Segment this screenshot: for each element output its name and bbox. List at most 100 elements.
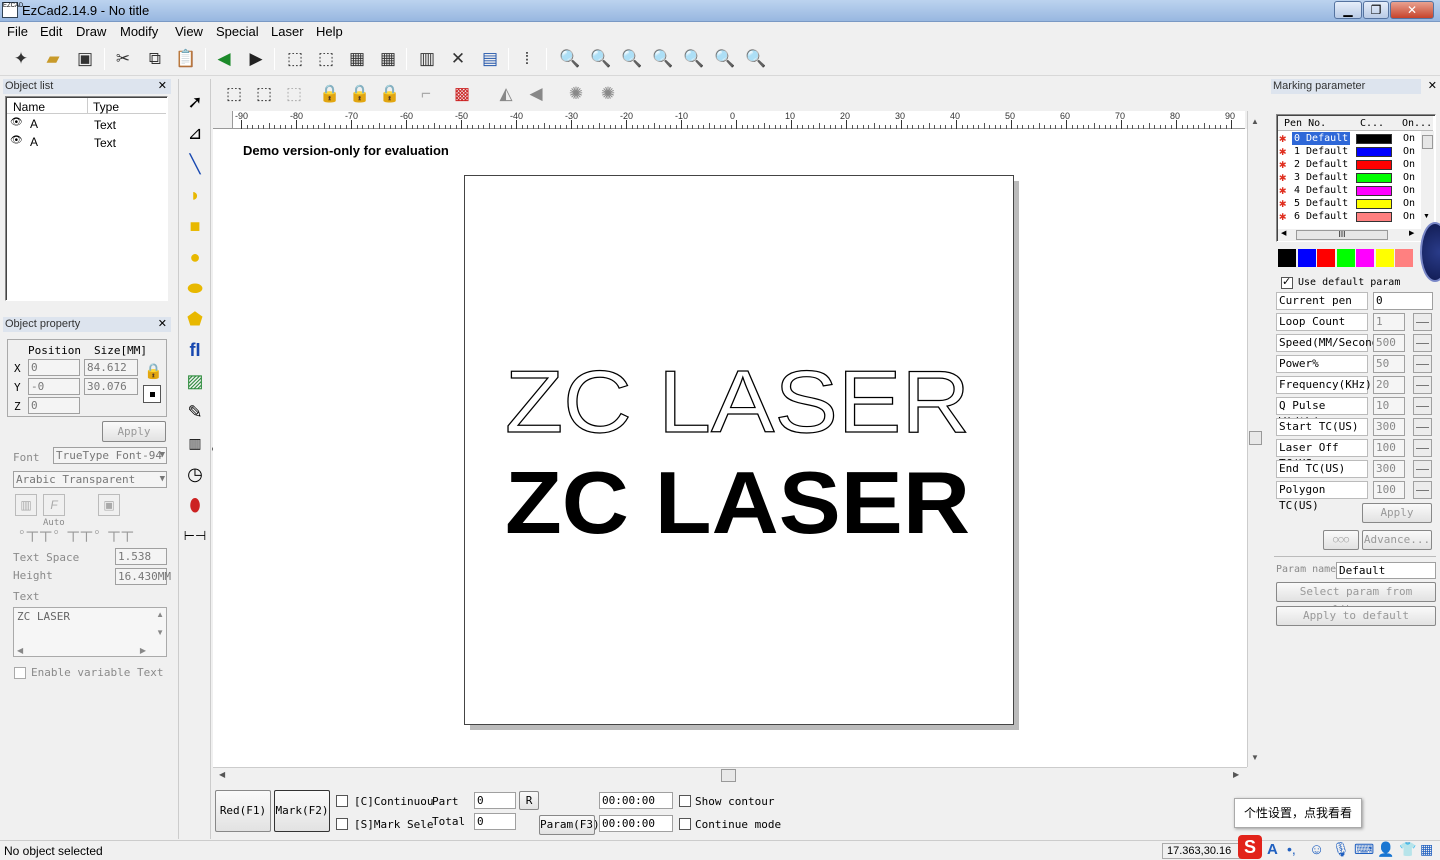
pen-row[interactable]: ✱ 6 Default On	[1278, 210, 1421, 223]
rectangle-icon[interactable]: ■	[181, 212, 209, 240]
cut-icon[interactable]: ✂	[110, 46, 136, 72]
zoom-fit-icon[interactable]: 🔍	[712, 46, 738, 72]
ungroup-icon[interactable]: ▦	[375, 46, 401, 72]
scroll-right-icon[interactable]: ▶	[140, 646, 146, 655]
minimize-button[interactable]: ▁	[1334, 1, 1362, 19]
ime-keyboard-icon[interactable]: ⌨	[1354, 841, 1374, 858]
pen-row[interactable]: ✱ 1 Default On	[1278, 145, 1421, 158]
canvas-hscrollbar[interactable]: ◀ ▶	[213, 767, 1247, 783]
menu-file[interactable]: File	[7, 24, 28, 39]
menu-view[interactable]: View	[175, 24, 203, 39]
select-library-button[interactable]: Select param from library	[1276, 582, 1436, 616]
position-icon[interactable]: ⌐	[413, 81, 439, 107]
param-spinner[interactable]	[1413, 376, 1432, 394]
ime-tooltip[interactable]: 个性设置，点我看看	[1234, 798, 1362, 828]
x-field[interactable]: 0	[28, 359, 80, 376]
scroll-left-icon[interactable]: ◀	[219, 770, 225, 779]
scroll-thumb[interactable]: III	[1296, 230, 1388, 240]
preview-icon[interactable]: ✺	[563, 81, 589, 107]
circle-icon[interactable]: ●	[181, 243, 209, 271]
apply-param-button[interactable]: Apply	[1362, 503, 1432, 523]
canvas-vscrollbar[interactable]: ▲ ▼	[1247, 111, 1263, 767]
maximize-button[interactable]: ❐	[1363, 1, 1389, 19]
ime-punct-icon[interactable]: •,	[1287, 841, 1296, 857]
redo-icon[interactable]: ▶	[243, 46, 269, 72]
save-font-icon[interactable]: ▣	[98, 494, 120, 516]
param-spinner[interactable]	[1413, 313, 1432, 331]
param-value[interactable]: 1	[1373, 313, 1405, 331]
pen-list[interactable]: Pen No. C... On... ✱ 0 Default On ✱ 1 Defaul…	[1276, 114, 1436, 242]
text-align-options[interactable]: ◦┬┬◦ ┬┬◦ ┬┬	[19, 524, 135, 542]
text-style-icon[interactable]: ▥	[15, 494, 37, 516]
scroll-left-icon[interactable]: ◀	[17, 646, 23, 655]
pen-on[interactable]: On	[1403, 145, 1415, 158]
pen-list-hscrollbar[interactable]: ◀ III ▶	[1278, 229, 1421, 241]
eye-icon[interactable]: 👁	[10, 135, 23, 146]
font-name-select[interactable]: Arabic Transparent ▼	[13, 471, 167, 488]
copy-icon[interactable]: ⧉	[142, 46, 168, 72]
column-on[interactable]: On...	[1402, 118, 1432, 129]
pen-color[interactable]	[1356, 134, 1392, 144]
pen-color[interactable]	[1356, 186, 1392, 196]
use-default-checkbox[interactable]: ✓	[1281, 276, 1293, 289]
pen-color[interactable]	[1356, 173, 1392, 183]
chevron-down-icon[interactable]: ▼	[160, 472, 165, 487]
param-value[interactable]: 50	[1373, 355, 1405, 373]
pen-on[interactable]: On	[1403, 184, 1415, 197]
zoom-plus-icon[interactable]: 🔍	[619, 46, 645, 72]
tools-icon[interactable]: ✕	[445, 46, 471, 72]
ime-menu-icon[interactable]: ▦	[1420, 841, 1433, 858]
param-value[interactable]: 20	[1373, 376, 1405, 394]
param-spinner[interactable]	[1413, 397, 1432, 415]
zoom-pan-icon[interactable]: 🔍	[681, 46, 707, 72]
node-edit-icon[interactable]: ⊿	[181, 119, 209, 147]
enable-variable-checkbox[interactable]	[14, 667, 26, 679]
param-value[interactable]: 300	[1373, 418, 1405, 436]
pen-on[interactable]: On	[1403, 210, 1415, 223]
calculator-icon[interactable]: ▤	[477, 46, 503, 72]
chevron-down-icon[interactable]: ▼	[160, 448, 165, 463]
pen-color[interactable]	[1356, 212, 1392, 222]
close-icon[interactable]: ✕	[1428, 79, 1437, 92]
pen-on[interactable]: On	[1403, 132, 1415, 145]
param-spinner[interactable]	[1413, 439, 1432, 457]
menu-edit[interactable]: Edit	[40, 24, 62, 39]
outline-text[interactable]: ZC LASER	[504, 351, 970, 451]
table-row[interactable]: 👁 A Text	[8, 116, 166, 133]
param-name-field[interactable]: Default	[1336, 562, 1436, 579]
param-spinner[interactable]	[1413, 355, 1432, 373]
advance-button[interactable]: Advance...	[1362, 530, 1432, 550]
group-icon[interactable]: ▦	[344, 46, 370, 72]
table-row[interactable]: 👁 A Text	[8, 134, 166, 151]
size-x-field[interactable]: 84.612	[84, 359, 138, 376]
pen-row[interactable]: ✱ 5 Default On	[1278, 197, 1421, 210]
scroll-thumb[interactable]	[721, 769, 736, 782]
pen-on[interactable]: On	[1403, 158, 1415, 171]
scroll-down-icon[interactable]: ▼	[1423, 213, 1430, 220]
param-button[interactable]: Param(F3)	[539, 815, 600, 835]
text-input[interactable]: ZC LASER ▲ ▼ ◀ ▶	[13, 607, 167, 657]
color-swatch[interactable]	[1375, 249, 1394, 267]
mark-button[interactable]: Mark(F2)	[274, 790, 330, 832]
menu-draw[interactable]: Draw	[76, 24, 106, 39]
pen-row[interactable]: ✱ 2 Default On	[1278, 158, 1421, 171]
mirror-h-icon[interactable]: ◭	[493, 81, 519, 107]
scroll-thumb[interactable]	[1249, 431, 1262, 445]
array-icon[interactable]: ⬚	[281, 81, 307, 107]
unlock-icon[interactable]: 🔒	[347, 81, 373, 107]
color-icon[interactable]: ▩	[449, 81, 475, 107]
ime-logo-icon[interactable]: S	[1238, 835, 1262, 859]
ime-skin-icon[interactable]: 👕	[1399, 841, 1416, 858]
text-tool-icon[interactable]: fI	[181, 336, 209, 364]
zoom-out-icon[interactable]: 🔍	[650, 46, 676, 72]
continue-mode-checkbox[interactable]	[679, 818, 691, 830]
close-button[interactable]: ✕	[1390, 1, 1434, 19]
color-swatch[interactable]	[1395, 249, 1413, 267]
align-left-icon[interactable]: ⬚	[221, 81, 247, 107]
height-field[interactable]: 16.430MM	[115, 568, 171, 585]
scroll-right-icon[interactable]: ▶	[1233, 770, 1239, 779]
column-name[interactable]: Name	[13, 100, 45, 114]
image-icon[interactable]: ▨	[181, 367, 209, 395]
ime-letter-icon[interactable]: A	[1267, 841, 1278, 858]
open-folder-icon[interactable]: ▰	[40, 46, 66, 72]
